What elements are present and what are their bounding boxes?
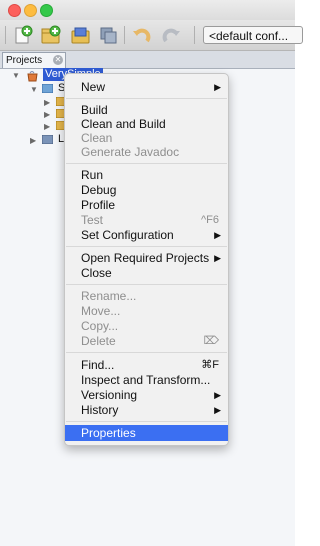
menu-item-label: Profile [81, 198, 116, 212]
menu-item-properties[interactable]: Properties [65, 425, 228, 441]
libraries-icon [42, 135, 53, 144]
menu-item-label: Debug [81, 183, 117, 197]
minimize-window-button[interactable] [24, 4, 37, 17]
menu-item-rename: Rename... [65, 289, 228, 304]
menu-separator [66, 98, 227, 99]
context-menu: New ▶ Build Clean and Build Clean Genera… [64, 73, 229, 446]
menu-item-label: Clean [81, 131, 113, 145]
new-file-icon [15, 25, 33, 44]
window-titlebar [0, 0, 295, 20]
undo-icon [133, 28, 151, 43]
menu-separator [66, 246, 227, 247]
toolbar-separator [194, 26, 195, 44]
menu-item-label: Clean and Build [81, 117, 166, 131]
submenu-arrow-icon: ▶ [214, 230, 221, 240]
menu-shortcut: ^F6 [201, 214, 219, 226]
submenu-arrow-icon: ▶ [214, 405, 221, 415]
close-window-button[interactable] [8, 4, 21, 17]
menu-item-open-required-projects[interactable]: Open Required Projects ▶ [65, 251, 228, 266]
zoom-window-button[interactable] [40, 4, 53, 17]
menu-item-label: Test [81, 213, 104, 227]
menu-item-label: Open Required Projects [81, 251, 210, 265]
menu-item-copy: Copy... [65, 319, 228, 334]
undo-button[interactable] [131, 25, 153, 45]
main-toolbar: <default conf... [0, 20, 303, 51]
menu-item-clean: Clean [65, 131, 228, 146]
menu-item-move: Move... [65, 304, 228, 319]
menu-item-profile[interactable]: Profile [65, 198, 228, 213]
menu-item-label: Find... [81, 358, 115, 372]
menu-item-label: Move... [81, 304, 121, 318]
menu-item-label: Run [81, 168, 104, 182]
menu-item-generate-javadoc: Generate Javadoc [65, 145, 228, 160]
expand-toggle-icon[interactable]: ▶ [44, 110, 50, 119]
tab-projects[interactable]: Projects ✕ [2, 52, 66, 68]
expand-toggle-icon[interactable]: ▶ [44, 122, 50, 131]
expand-toggle-icon[interactable]: ▼ [12, 71, 20, 80]
menu-item-label: New [81, 80, 106, 94]
menu-item-label: Set Configuration [81, 228, 174, 242]
submenu-arrow-icon: ▶ [214, 390, 221, 400]
menu-item-build[interactable]: Build [65, 103, 228, 118]
menu-item-set-configuration[interactable]: Set Configuration ▶ [65, 228, 228, 243]
menu-item-label: Properties [81, 426, 136, 440]
menu-item-run[interactable]: Run [65, 168, 228, 183]
panel-tab-bar: Projects ✕ [0, 51, 295, 69]
menu-item-history[interactable]: History ▶ [65, 403, 228, 418]
expand-toggle-icon[interactable]: ▼ [30, 85, 38, 94]
delete-key-icon: ⌦ [203, 335, 219, 347]
save-all-icon [100, 27, 117, 44]
toolbar-separator [5, 26, 6, 44]
submenu-arrow-icon: ▶ [214, 253, 221, 263]
menu-item-label: Versioning [81, 388, 138, 402]
open-project-button[interactable] [70, 25, 92, 45]
menu-item-clean-and-build[interactable]: Clean and Build [65, 117, 228, 132]
configuration-select[interactable]: <default conf... [203, 26, 303, 44]
menu-item-delete: Delete ⌦ [65, 334, 228, 349]
expand-toggle-icon[interactable]: ▶ [30, 136, 36, 145]
open-project-icon [71, 27, 90, 44]
menu-item-label: Close [81, 266, 112, 280]
menu-item-new[interactable]: New ▶ [65, 80, 228, 95]
new-file-button[interactable] [12, 25, 34, 45]
menu-item-label: Build [81, 103, 108, 117]
save-all-button[interactable] [98, 25, 120, 45]
menu-separator [66, 163, 227, 164]
menu-item-label: Copy... [81, 319, 119, 333]
close-icon[interactable]: ✕ [53, 55, 63, 65]
menu-separator [66, 352, 227, 353]
tab-projects-label: Projects [6, 55, 43, 66]
redo-icon [162, 28, 180, 43]
package-folder-icon [42, 84, 53, 93]
menu-separator [66, 421, 227, 422]
menu-item-label: Inspect and Transform... [81, 373, 211, 387]
menu-item-label: History [81, 403, 119, 417]
menu-item-debug[interactable]: Debug [65, 183, 228, 198]
new-project-icon [41, 25, 61, 44]
expand-toggle-icon[interactable]: ▶ [44, 98, 50, 107]
menu-item-versioning[interactable]: Versioning ▶ [65, 388, 228, 403]
menu-item-test: Test ^F6 [65, 213, 228, 228]
redo-button[interactable] [160, 25, 182, 45]
menu-separator [66, 284, 227, 285]
menu-item-label: Rename... [81, 289, 137, 303]
menu-shortcut: ⌘F [201, 359, 219, 371]
toolbar-separator [124, 26, 125, 44]
project-cup-icon [27, 71, 38, 82]
submenu-arrow-icon: ▶ [214, 82, 221, 92]
menu-item-label: Delete [81, 334, 116, 348]
menu-item-label: Generate Javadoc [81, 145, 180, 159]
new-project-button[interactable] [40, 25, 62, 45]
menu-item-inspect-and-transform[interactable]: Inspect and Transform... [65, 373, 228, 388]
menu-item-close[interactable]: Close [65, 266, 228, 281]
menu-item-find[interactable]: Find... ⌘F [65, 358, 228, 373]
